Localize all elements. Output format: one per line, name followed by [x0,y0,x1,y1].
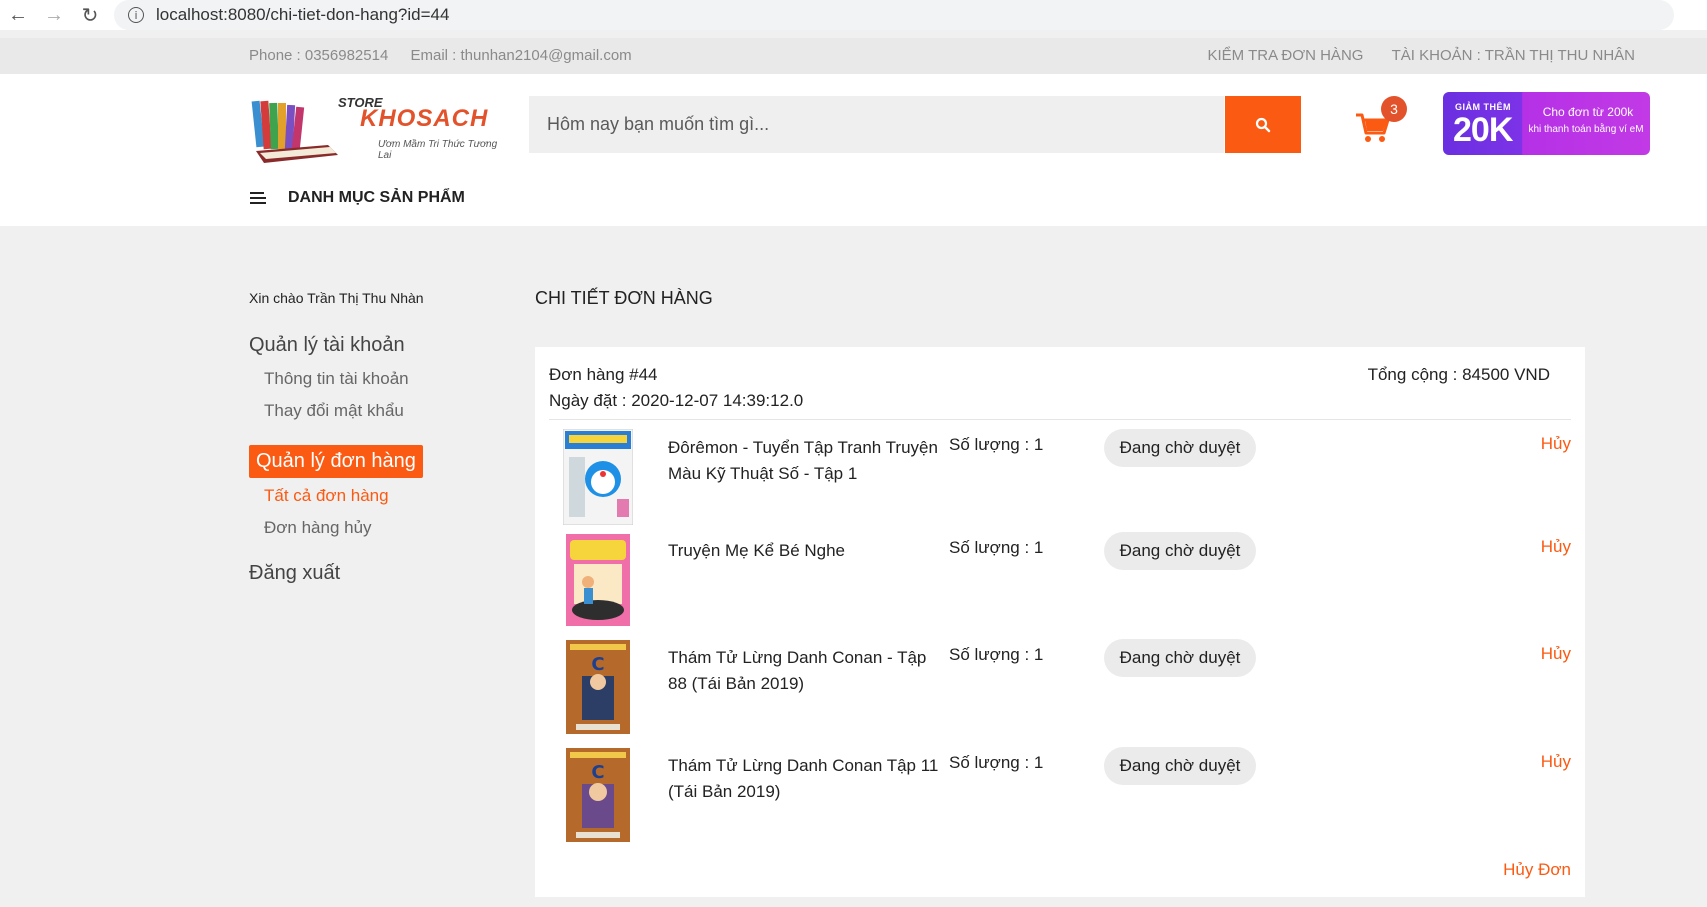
top-info-bar: Phone : 0356982514 Email : thunhan2104@g… [0,38,1707,74]
address-bar[interactable]: i localhost:8080/chi-tiet-don-hang?id=44 [114,0,1674,30]
order-total: Tổng cộng : 84500 VND [1367,365,1550,384]
item-quantity: Số lượng : 1 [949,538,1044,557]
reload-icon[interactable]: ↻ [72,0,108,30]
forward-arrow-icon[interactable]: → [36,0,72,30]
item-name[interactable]: Đôrêmon - Tuyển Tập Tranh Truyện Màu Kỹ … [668,435,943,487]
order-item: Truyện Mẹ Kể Bé Nghe Số lượng : 1 Đang c… [535,532,1585,632]
logo-slogan: Ươm Mầm Tri Thức Tương Lai [378,139,498,161]
order-number: Đơn hàng #44 [549,365,658,384]
account-management-link[interactable]: Quản lý tài khoản [249,334,479,357]
url-text: localhost:8080/chi-tiet-don-hang?id=44 [156,5,450,24]
store-logo[interactable]: STORE KHOSACH Ươm Mầm Tri Thức Tương Lai [250,89,510,169]
category-menu-label: DANH MỤC SẢN PHẨM [288,189,465,206]
promo-amount: 20K [1453,111,1513,149]
info-icon[interactable]: i [128,7,144,23]
cancel-item-link[interactable]: Hủy [1541,537,1571,557]
order-management-link[interactable]: Quản lý đơn hàng [249,445,423,478]
order-detail-card: Đơn hàng #44 Ngày đặt : 2020-12-07 14:39… [535,347,1585,897]
search-button[interactable] [1225,96,1301,153]
book-cover-truyen-me-ke[interactable] [566,532,630,628]
back-arrow-icon[interactable]: ← [0,0,36,30]
cancel-item-link[interactable]: Hủy [1541,752,1571,772]
browser-toolbar: ← → ↻ i localhost:8080/chi-tiet-don-hang… [0,0,1707,30]
greeting-text: Xin chào Trần Thị Thu Nhàn [249,290,424,306]
svg-text:C: C [591,654,604,675]
item-name[interactable]: Thám Tử Lừng Danh Conan Tập 11 (Tái Bản … [668,753,943,805]
page-title: CHI TIẾT ĐƠN HÀNG [535,288,713,308]
account-info-link[interactable]: Thông tin tài khoản [264,369,479,389]
menu-icon [250,192,266,204]
item-name[interactable]: Truyện Mẹ Kể Bé Nghe [668,538,943,564]
order-item: C Thám Tử Lừng Danh Conan - Tập 88 (Tái … [535,639,1585,739]
order-item: C Thám Tử Lừng Danh Conan Tập 11 (Tái Bả… [535,747,1585,847]
item-quantity: Số lượng : 1 [949,645,1044,664]
phone-text: Phone : 0356982514 [249,47,389,64]
item-name[interactable]: Thám Tử Lừng Danh Conan - Tập 88 (Tái Bả… [668,645,943,697]
promo-payment: khi thanh toán bằng ví eM [1528,124,1644,135]
books-logo-icon [251,100,338,163]
order-item: Đôrêmon - Tuyển Tập Tranh Truyện Màu Kỹ … [535,429,1585,529]
email-text: Email : thunhan2104@gmail.com [410,47,632,64]
item-status-badge: Đang chờ duyệt [1104,639,1256,677]
cancelled-orders-link[interactable]: Đơn hàng hủy [264,518,479,538]
book-cover-doraemon[interactable] [563,429,633,525]
category-menu[interactable]: DANH MỤC SẢN PHẨM [250,189,465,207]
search-box [529,96,1224,153]
order-date: Ngày đặt : 2020-12-07 14:39:12.0 [549,391,804,410]
account-sidebar: Xin chào Trần Thị Thu Nhàn Quản lý tài k… [249,290,479,585]
divider [549,419,1571,420]
cancel-item-link[interactable]: Hủy [1541,434,1571,454]
cancel-item-link[interactable]: Hủy [1541,644,1571,664]
book-cover-conan-88[interactable]: C [566,639,630,735]
change-password-link[interactable]: Thay đổi mật khẩu [264,401,479,421]
cart-count-badge[interactable]: 3 [1381,96,1407,122]
item-status-badge: Đang chờ duyệt [1104,747,1256,785]
search-input[interactable] [529,96,1219,153]
cancel-order-link[interactable]: Hủy Đơn [1503,860,1571,880]
logout-link[interactable]: Đăng xuất [249,562,479,585]
all-orders-link[interactable]: Tất cả đơn hàng [264,486,479,506]
site-header: STORE KHOSACH Ươm Mầm Tri Thức Tương Lai… [0,74,1707,226]
item-status-badge: Đang chờ duyệt [1104,532,1256,570]
item-status-badge: Đang chờ duyệt [1104,429,1256,467]
search-icon [1255,117,1271,132]
promo-condition: Cho đơn từ 200k [1542,105,1634,119]
item-quantity: Số lượng : 1 [949,753,1044,772]
check-order-link[interactable]: KIỂM TRA ĐƠN HÀNG [1208,47,1364,64]
promo-banner[interactable]: GIẢM THÊM 20K Cho đơn từ 200k khi thanh … [1443,92,1650,155]
logo-brand-text: KHOSACH [360,105,489,132]
item-quantity: Số lượng : 1 [949,435,1044,454]
book-cover-conan-11[interactable]: C [566,747,630,843]
account-link[interactable]: TÀI KHOẢN : TRẦN THỊ THU NHÂN [1392,47,1635,64]
svg-text:C: C [591,762,604,783]
